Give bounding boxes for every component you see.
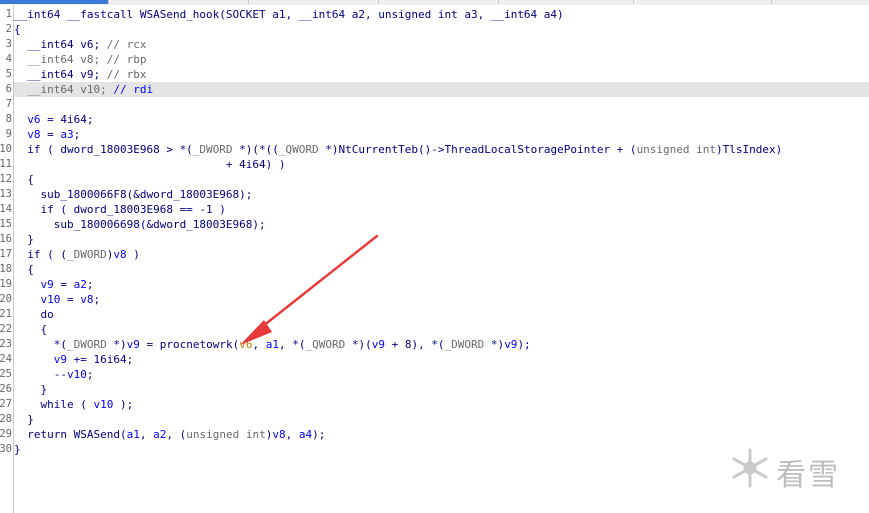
red-arrow-annotation — [240, 234, 379, 345]
snowflake-logo-icon — [732, 448, 768, 488]
watermark: 看雪 — [728, 446, 858, 493]
watermark-text: 看雪 — [776, 458, 840, 493]
